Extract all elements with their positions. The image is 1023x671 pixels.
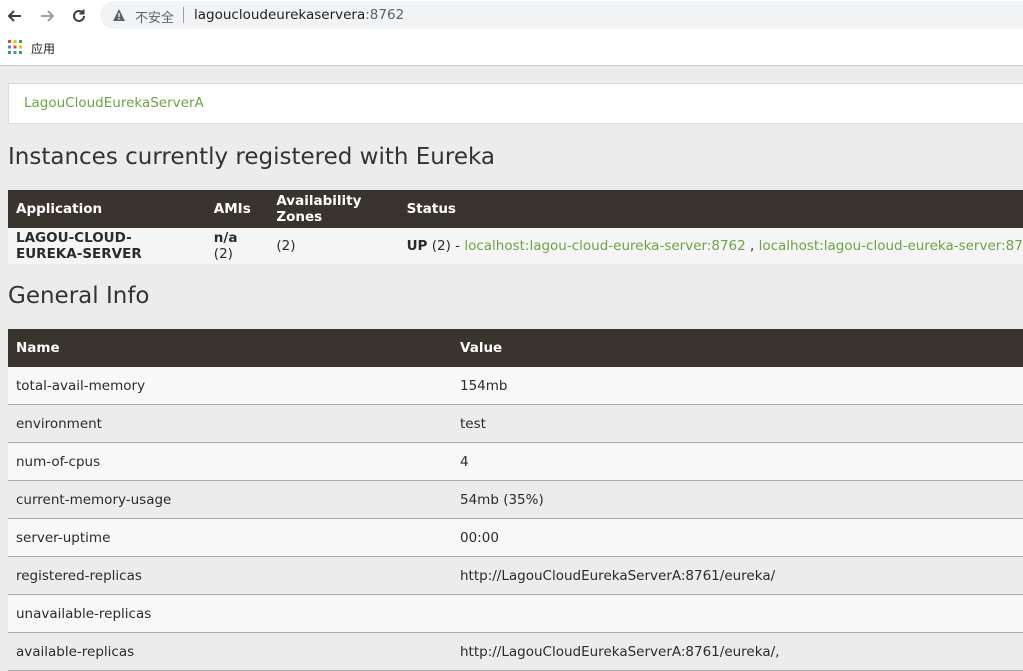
arrow-left-icon <box>7 10 21 22</box>
general-info-table: Name Value total-avail-memory 154mb envi… <box>8 329 1023 671</box>
ami-value: n/a <box>213 230 238 246</box>
info-value: 154mb <box>452 367 1023 405</box>
instance-link[interactable]: localhost:lagou-cloud-eureka-server:8761 <box>759 238 1023 254</box>
info-value: http://LagouCloudEurekaServerA:8761/eure… <box>452 556 1023 595</box>
table-row: registered-replicas http://LagouCloudEur… <box>8 556 1023 595</box>
general-info-header-row: Name Value <box>8 329 1023 367</box>
apps-bookmark-label[interactable]: 应用 <box>31 40 55 57</box>
table-row: available-replicas http://LagouCloudEure… <box>8 632 1023 671</box>
info-name: server-uptime <box>8 518 452 557</box>
info-name: environment <box>8 404 452 443</box>
back-button[interactable] <box>4 5 26 27</box>
reload-icon <box>73 9 85 22</box>
table-row: LAGOU-CLOUD-EUREKA-SERVER n/a (2) (2) UP… <box>8 228 1023 264</box>
instance-link[interactable]: localhost:lagou-cloud-eureka-server:8762 <box>464 238 745 254</box>
table-row: total-avail-memory 154mb <box>8 367 1023 405</box>
info-value <box>452 594 1023 633</box>
brand-link[interactable]: LagouCloudEurekaServerA <box>24 95 204 111</box>
status-badge: UP <box>406 238 428 254</box>
warning-triangle-icon[interactable] <box>112 8 126 22</box>
address-bar[interactable]: 不安全 lagoucloudeurekaservera:8762 <box>100 1 1023 29</box>
insecure-label[interactable]: 不安全 <box>135 7 174 26</box>
info-value: http://LagouCloudEurekaServerA:8761/eure… <box>452 632 1023 671</box>
table-row: num-of-cpus 4 <box>8 442 1023 481</box>
amis-cell: n/a (2) <box>205 228 269 264</box>
info-name: current-memory-usage <box>8 480 452 519</box>
info-value: test <box>452 404 1023 443</box>
url-port: :8762 <box>365 7 405 23</box>
zones-cell: (2) <box>268 228 399 264</box>
table-row: server-uptime 00:00 <box>8 518 1023 557</box>
info-value: 4 <box>452 442 1023 481</box>
application-name: LAGOU-CLOUD-EUREKA-SERVER <box>8 228 206 264</box>
table-row: unavailable-replicas <box>8 594 1023 633</box>
url-host: lagoucloudeurekaservera <box>194 7 366 23</box>
info-name: registered-replicas <box>8 556 452 595</box>
status-count: (2) - <box>427 238 465 254</box>
arrow-right-icon <box>41 10 55 22</box>
info-name: total-avail-memory <box>8 367 452 405</box>
browser-toolbar: 不安全 lagoucloudeurekaservera:8762 <box>0 0 1023 32</box>
info-name: num-of-cpus <box>8 442 452 481</box>
omnibox-divider <box>183 7 184 23</box>
table-row: current-memory-usage 54mb (35%) <box>8 480 1023 519</box>
info-name: unavailable-replicas <box>8 594 452 633</box>
info-name: available-replicas <box>8 632 452 671</box>
column-header-status: Status <box>398 190 1023 228</box>
navbar: LagouCloudEurekaServerA <box>8 83 1023 124</box>
bookmarks-bar: 应用 <box>0 32 1023 66</box>
column-header-availability-zones: Availability Zones <box>268 190 399 228</box>
info-value: 54mb (35%) <box>452 480 1023 519</box>
link-separator: , <box>745 238 759 254</box>
info-value: 00:00 <box>452 518 1023 557</box>
column-header-amis: AMIs <box>205 190 269 228</box>
apps-grid-icon[interactable] <box>8 40 22 54</box>
column-header-name: Name <box>8 329 452 367</box>
reload-button[interactable] <box>68 5 90 27</box>
general-info-title: General Info <box>8 283 150 309</box>
instances-table: Application AMIs Availability Zones Stat… <box>8 190 1023 264</box>
instances-title: Instances currently registered with Eure… <box>8 144 495 170</box>
url-text[interactable]: lagoucloudeurekaservera:8762 <box>194 7 404 23</box>
instances-header-row: Application AMIs Availability Zones Stat… <box>8 190 1023 228</box>
ami-count: (2) <box>213 246 233 262</box>
status-cell: UP (2) - localhost:lagou-cloud-eureka-se… <box>398 228 1023 264</box>
column-header-application: Application <box>8 190 206 228</box>
table-row: environment test <box>8 404 1023 443</box>
column-header-value: Value <box>452 329 1023 367</box>
forward-button[interactable] <box>36 5 58 27</box>
